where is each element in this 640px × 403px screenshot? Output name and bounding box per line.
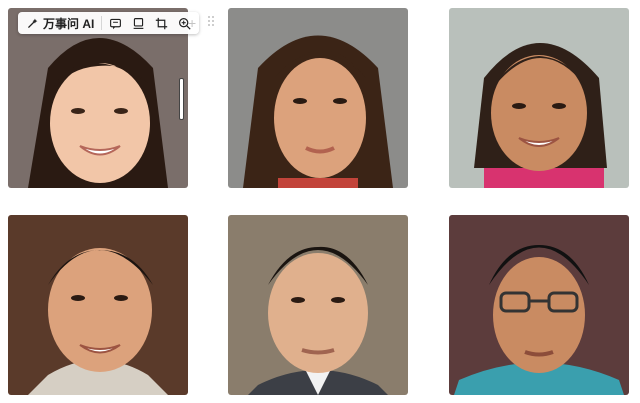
resize-handle[interactable]: [179, 78, 184, 120]
display-icon: [133, 17, 144, 29]
toolbar-divider: [101, 16, 103, 30]
ask-ai-label: 万事问 AI: [43, 16, 95, 31]
portrait-woman-pink-top: [449, 8, 629, 188]
image-tile-1[interactable]: [8, 8, 188, 188]
crop-icon: [156, 17, 168, 29]
portrait-man-smiling: [8, 215, 188, 395]
portrait-man-suit: [228, 215, 408, 395]
image-tile-3[interactable]: [449, 8, 629, 188]
portrait-woman-smiling: [8, 8, 188, 188]
image-tile-5[interactable]: [228, 215, 408, 395]
comment-button[interactable]: [104, 12, 127, 34]
crop-button[interactable]: [150, 12, 173, 34]
drag-handle-icon[interactable]: [207, 15, 215, 27]
image-toolbar: 万事问 AI: [18, 12, 200, 34]
portrait-woman-neutral: [228, 8, 408, 188]
image-tile-4[interactable]: [8, 215, 188, 395]
display-button[interactable]: [127, 12, 150, 34]
magic-ai-icon: [27, 18, 38, 28]
comment-icon: [110, 18, 122, 29]
image-tile-6[interactable]: [449, 215, 629, 395]
image-tile-2[interactable]: [228, 8, 408, 188]
add-icon[interactable]: +: [188, 15, 196, 31]
portrait-man-glasses: [449, 215, 629, 395]
ask-ai-button[interactable]: 万事问 AI: [21, 12, 99, 34]
